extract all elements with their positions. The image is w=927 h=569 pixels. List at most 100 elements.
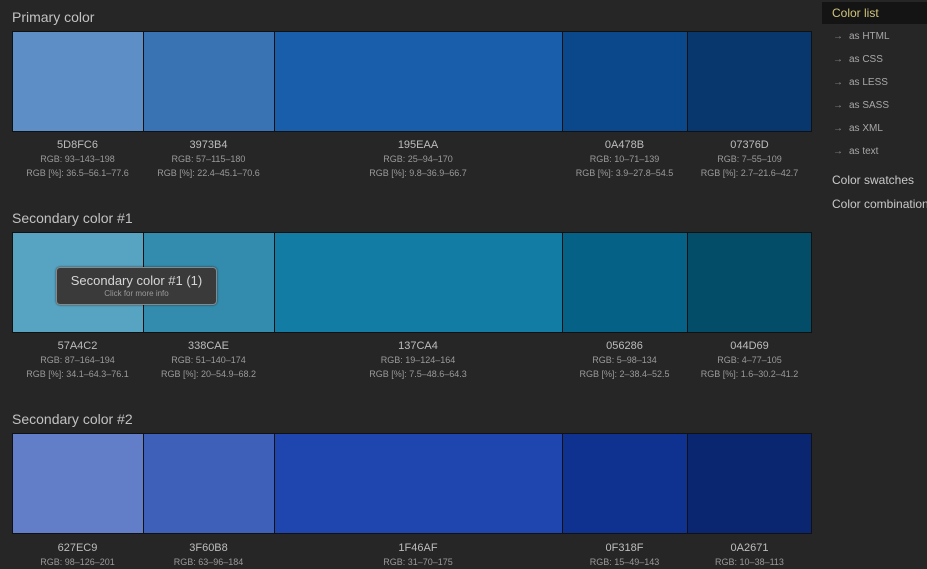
hex-code: 056286: [606, 340, 643, 352]
swatch-labels-secondary-1: 57A4C2 RGB: 87–164–194 RGB [%]: 34.1–64.3–…: [12, 339, 812, 381]
color-swatch[interactable]: [275, 434, 563, 533]
color-swatch[interactable]: [144, 434, 275, 533]
color-swatch[interactable]: [13, 32, 144, 131]
sidebar: Color list → as HTML → as CSS → as LESS → as…: [822, 0, 927, 564]
swatch-label: 0F318F RGB: 15–49–143: [562, 541, 687, 569]
rgb-value: RGB: 51–140–174: [171, 355, 246, 365]
sidebar-subitem-sass[interactable]: → as SASS: [833, 100, 889, 111]
sidebar-subitem-html[interactable]: → as HTML: [833, 31, 890, 42]
hex-code: 0A2671: [730, 542, 769, 554]
hex-code: 0F318F: [605, 542, 644, 554]
hex-code: 57A4C2: [57, 340, 98, 352]
hex-code: 338CAE: [188, 340, 229, 352]
rgb-percent-value: RGB [%]: 36.5–56.1–77.6: [26, 168, 129, 178]
color-swatch[interactable]: [275, 233, 563, 332]
color-swatch[interactable]: [688, 434, 811, 533]
swatch-label: 5D8FC6 RGB: 93–143–198 RGB [%]: 36.5–56.1–…: [12, 138, 143, 180]
swatch-label: 195EAA RGB: 25–94–170 RGB [%]: 9.8–36.9–66…: [274, 138, 562, 180]
rgb-value: RGB: 19–124–164: [380, 355, 456, 365]
color-swatch[interactable]: [563, 233, 688, 332]
color-swatch[interactable]: [563, 434, 688, 533]
rgb-percent-value: RGB [%]: 20–54.9–68.2: [160, 369, 257, 379]
sidebar-subitem-label: as text: [849, 146, 879, 157]
hex-code: 1F46AF: [398, 542, 438, 554]
rgb-value: RGB: 31–70–175: [383, 557, 453, 567]
sidebar-subitem-css[interactable]: → as CSS: [833, 54, 883, 65]
rgb-percent-value: RGB [%]: 3.9–27.8–54.5: [575, 168, 674, 178]
swatch-bar-primary: [12, 31, 812, 132]
swatch-label: 137CA4 RGB: 19–124–164 RGB [%]: 7.5–48.6–6…: [274, 339, 562, 381]
rgb-value: RGB: 4–77–105: [717, 355, 782, 365]
section-title-secondary-2: Secondary color #2: [12, 411, 133, 427]
swatch-label: 1F46AF RGB: 31–70–175: [274, 541, 562, 569]
hex-code: 07376D: [730, 139, 769, 151]
arrow-right-icon: →: [833, 31, 843, 42]
swatch-label: 627EC9 RGB: 98–126–201: [12, 541, 143, 569]
rgb-value: RGB: 10–71–139: [589, 154, 660, 164]
arrow-right-icon: →: [833, 123, 843, 134]
hex-code: 0A478B: [604, 139, 645, 151]
swatch-labels-secondary-2: 627EC9 RGB: 98–126–201 3F60B8 RGB: 63–96–1…: [12, 541, 812, 569]
sidebar-item-color-swatches[interactable]: Color swatches: [832, 173, 914, 187]
color-swatch[interactable]: [275, 32, 563, 131]
arrow-right-icon: →: [833, 100, 843, 111]
sidebar-subitem-label: as HTML: [849, 31, 890, 42]
rgb-value: RGB: 5–98–134: [592, 355, 657, 365]
hex-code: 195EAA: [397, 139, 439, 151]
palette-main: Primary color 5D8FC6 RGB: 93–143–198 RGB […: [0, 0, 812, 567]
rgb-percent-value: RGB [%]: 2–38.4–52.5: [579, 369, 670, 379]
swatch-labels-primary: 5D8FC6 RGB: 93–143–198 RGB [%]: 36.5–56.1–…: [12, 138, 812, 180]
rgb-value: RGB: 25–94–170: [383, 154, 453, 164]
sidebar-subitem-xml[interactable]: → as XML: [833, 123, 883, 134]
sidebar-subitem-label: as LESS: [849, 77, 888, 88]
rgb-percent-value: RGB [%]: 7.5–48.6–64.3: [369, 369, 467, 379]
rgb-percent-value: RGB [%]: 22.4–45.1–70.6: [157, 168, 260, 178]
tooltip-title: Secondary color #1 (1): [70, 273, 203, 288]
rgb-percent-value: RGB [%]: 34.1–64.3–76.1: [26, 369, 129, 379]
color-swatch[interactable]: [688, 233, 811, 332]
swatch-tooltip[interactable]: Secondary color #1 (1) Click for more in…: [56, 267, 217, 305]
tooltip-subtitle: Click for more info: [104, 289, 169, 298]
rgb-value: RGB: 57–115–180: [171, 154, 246, 164]
swatch-label: 338CAE RGB: 51–140–174 RGB [%]: 20–54.9–68…: [143, 339, 274, 381]
swatch-label: 3F60B8 RGB: 63–96–184: [143, 541, 274, 569]
color-swatch[interactable]: [688, 32, 811, 131]
hex-code: 044D69: [730, 340, 769, 352]
arrow-right-icon: →: [833, 54, 843, 65]
sidebar-subitem-label: as CSS: [849, 54, 883, 65]
swatch-label: 0A2671 RGB: 10–38–113: [687, 541, 812, 569]
sidebar-item-color-combinations[interactable]: Color combinations: [832, 197, 927, 211]
sidebar-subitem-label: as XML: [849, 123, 883, 134]
sidebar-subitem-label: as SASS: [849, 100, 890, 111]
sidebar-subitem-less[interactable]: → as LESS: [833, 77, 888, 88]
hex-code: 137CA4: [398, 340, 438, 352]
sidebar-item-color-list[interactable]: Color list: [822, 2, 927, 24]
arrow-right-icon: →: [833, 146, 843, 157]
swatch-label: 044D69 RGB: 4–77–105 RGB [%]: 1.6–30.2–41.…: [687, 339, 812, 381]
arrow-right-icon: →: [833, 77, 843, 88]
swatch-bar-secondary-2: [12, 433, 812, 534]
rgb-value: RGB: 93–143–198: [40, 154, 115, 164]
rgb-percent-value: RGB [%]: 1.6–30.2–41.2: [700, 369, 799, 379]
rgb-value: RGB: 87–164–194: [40, 355, 115, 365]
rgb-value: RGB: 10–38–113: [715, 557, 784, 567]
color-swatch[interactable]: [144, 32, 275, 131]
sidebar-subitem-text[interactable]: → as text: [833, 146, 878, 157]
swatch-label: 07376D RGB: 7–55–109 RGB [%]: 2.7–21.6–42.…: [687, 138, 812, 180]
color-swatch[interactable]: [563, 32, 688, 131]
rgb-value: RGB: 7–55–109: [717, 154, 782, 164]
swatch-label: 3973B4 RGB: 57–115–180 RGB [%]: 22.4–45.1–…: [143, 138, 274, 180]
section-title-primary: Primary color: [12, 9, 95, 25]
hex-code: 3F60B8: [189, 542, 228, 554]
hex-code: 627EC9: [57, 542, 98, 554]
swatch-label: 0A478B RGB: 10–71–139 RGB [%]: 3.9–27.8–54…: [562, 138, 687, 180]
rgb-value: RGB: 63–96–184: [173, 557, 244, 567]
rgb-percent-value: RGB [%]: 2.7–21.6–42.7: [700, 168, 799, 178]
color-swatch[interactable]: [13, 434, 144, 533]
rgb-value: RGB: 15–49–143: [589, 557, 660, 567]
rgb-value: RGB: 98–126–201: [40, 557, 115, 567]
swatch-label: 57A4C2 RGB: 87–164–194 RGB [%]: 34.1–64.3–…: [12, 339, 143, 381]
swatch-label: 056286 RGB: 5–98–134 RGB [%]: 2–38.4–52.5: [562, 339, 687, 381]
rgb-percent-value: RGB [%]: 9.8–36.9–66.7: [369, 168, 467, 178]
hex-code: 3973B4: [189, 139, 228, 151]
